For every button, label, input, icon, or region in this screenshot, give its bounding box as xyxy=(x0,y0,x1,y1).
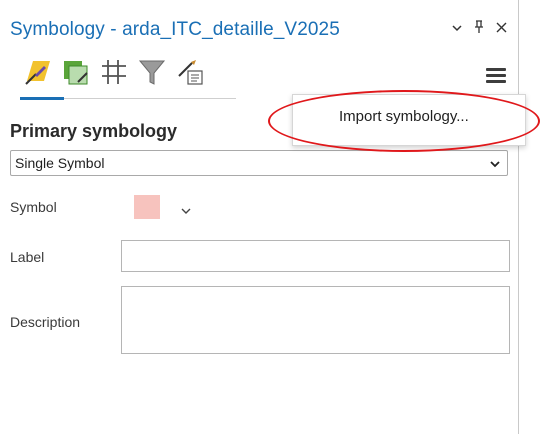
symbology-type-value: Single Symbol xyxy=(15,155,105,171)
symbol-label: Symbol xyxy=(10,199,57,215)
symbol-layer-drawing-icon[interactable] xyxy=(98,56,130,88)
primary-symbology-icon[interactable] xyxy=(22,56,54,88)
primary-symbology-heading: Primary symbology xyxy=(10,121,178,141)
pin-icon[interactable] xyxy=(473,20,485,39)
pane-title: Symbology - arda_ITC_detaille_V2025 xyxy=(10,19,340,40)
description-field-label: Description xyxy=(10,314,81,330)
symbology-pane: Symbology - arda_ITC_detaille_V2025 Prim… xyxy=(0,0,519,434)
close-icon[interactable] xyxy=(495,21,508,39)
symbology-options-menu: Import symbology... xyxy=(292,94,526,146)
filter-icon[interactable] xyxy=(136,56,168,88)
active-tab-indicator xyxy=(20,97,64,100)
import-symbology-menu-item[interactable]: Import symbology... xyxy=(339,108,469,125)
tab-divider xyxy=(64,98,236,99)
window-controls xyxy=(451,20,508,39)
symbol-swatch[interactable] xyxy=(134,195,160,219)
description-input[interactable] xyxy=(121,286,510,354)
hamburger-menu-icon[interactable] xyxy=(486,68,506,86)
label-field-label: Label xyxy=(10,249,45,265)
chevron-down-icon[interactable] xyxy=(180,203,192,221)
label-input[interactable] xyxy=(121,240,510,272)
symbology-toolbar xyxy=(22,56,206,88)
chevron-down-icon xyxy=(489,157,501,175)
vary-symbology-icon[interactable] xyxy=(60,56,92,88)
options-chevron-icon[interactable] xyxy=(451,21,463,39)
label-class-icon[interactable] xyxy=(174,56,206,88)
symbology-type-dropdown[interactable]: Single Symbol xyxy=(10,150,508,176)
